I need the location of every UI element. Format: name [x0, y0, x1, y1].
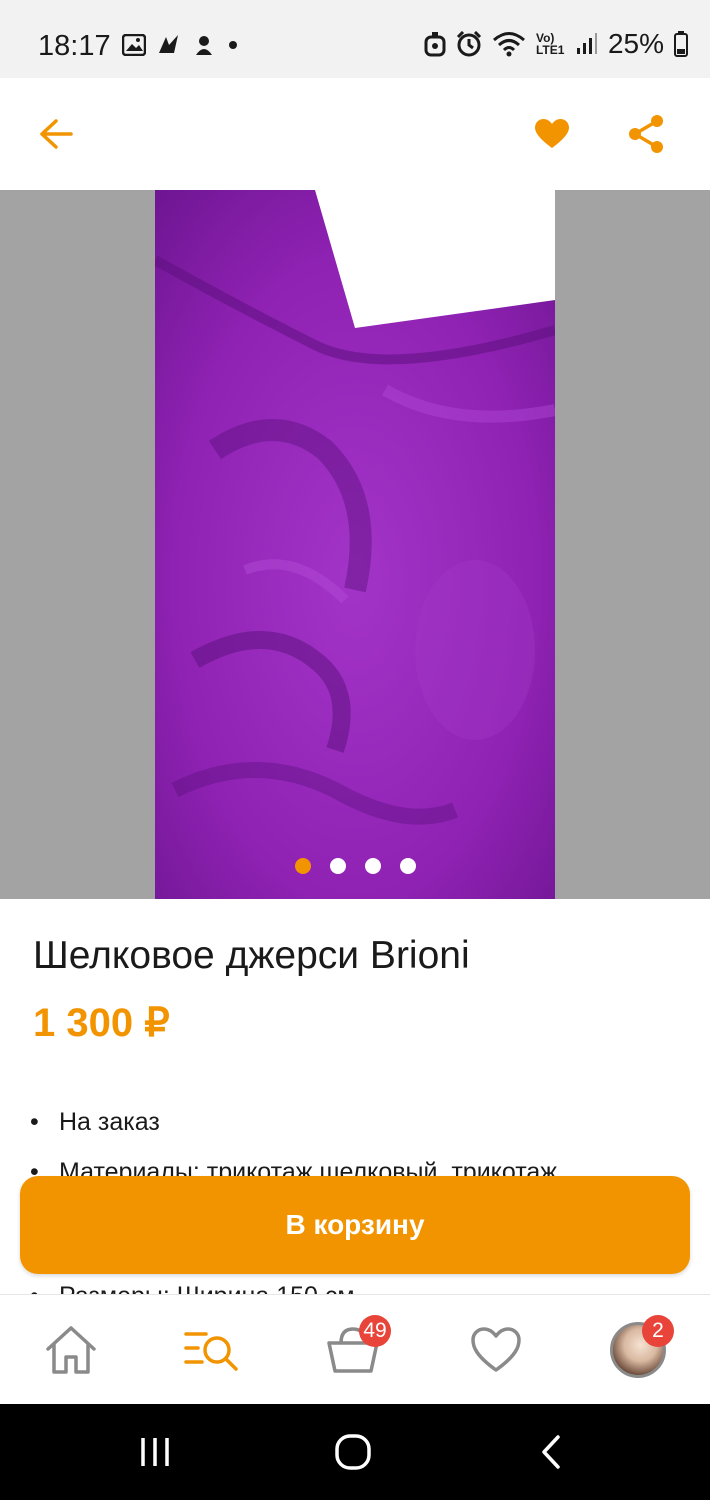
- fabric-photo: [155, 190, 555, 899]
- description-text: На заказ: [59, 1108, 160, 1136]
- wifi-icon: [492, 32, 525, 57]
- nav-home[interactable]: [21, 1295, 121, 1405]
- nav-catalog[interactable]: [162, 1295, 262, 1405]
- bottom-navigation: 49 2: [0, 1294, 710, 1405]
- system-navigation-bar: [0, 1404, 710, 1500]
- recent-apps-icon: [141, 1438, 169, 1466]
- add-to-cart-button[interactable]: В корзину: [20, 1176, 690, 1274]
- cart-badge: 49: [359, 1315, 391, 1347]
- description-item: • На заказ: [30, 1108, 160, 1136]
- battery-percent: 25%: [607, 28, 664, 59]
- home-system-button[interactable]: [318, 1422, 388, 1482]
- home-circle-icon: [335, 1434, 371, 1470]
- back-button[interactable]: [26, 104, 86, 164]
- share-icon: [629, 115, 663, 153]
- home-icon: [46, 1326, 96, 1374]
- status-bar: 18:17 Vo) LTE1 25%: [0, 0, 710, 78]
- battery-icon: [674, 31, 688, 57]
- clock-icon: [456, 31, 482, 57]
- top-app-bar: [0, 78, 710, 190]
- app-icon-2: [196, 36, 212, 55]
- product-price: 1 300 ₽: [33, 1001, 170, 1045]
- gallery-icon: [122, 34, 146, 56]
- favorite-button[interactable]: [522, 104, 582, 164]
- dot-icon: [229, 41, 237, 49]
- app-icon: [159, 35, 178, 53]
- share-button[interactable]: [616, 104, 676, 164]
- pagination-dot[interactable]: [364, 858, 381, 874]
- product-photo: [155, 190, 555, 899]
- heart-filled-icon: [535, 119, 569, 148]
- pagination-dot-active[interactable]: [294, 858, 311, 874]
- nav-favorites[interactable]: [446, 1295, 546, 1405]
- heart-outline-icon: [471, 1327, 521, 1372]
- search-list-icon: [184, 1332, 238, 1371]
- nav-cart[interactable]: 49: [303, 1295, 403, 1405]
- status-right-icons: Vo) LTE1 25%: [424, 28, 688, 60]
- network-label: Vo) LTE1: [535, 31, 565, 57]
- gallery-pagination: [0, 858, 710, 874]
- product-image-gallery[interactable]: [0, 190, 710, 899]
- chevron-left-icon: [542, 1435, 560, 1469]
- product-title: Шелковое джерси Brioni: [33, 934, 470, 977]
- pagination-dot[interactable]: [329, 858, 346, 874]
- recent-apps-button[interactable]: [120, 1422, 190, 1482]
- alarm-icon: [424, 32, 446, 57]
- pagination-dot[interactable]: [399, 858, 416, 874]
- back-system-button[interactable]: [516, 1422, 586, 1482]
- status-time: 18:17: [38, 30, 111, 62]
- profile-badge: 2: [642, 1315, 674, 1347]
- signal-icon: [576, 33, 597, 54]
- nav-profile[interactable]: 2: [588, 1295, 688, 1405]
- status-left-icons: [122, 33, 240, 57]
- arrow-left-icon: [40, 119, 73, 149]
